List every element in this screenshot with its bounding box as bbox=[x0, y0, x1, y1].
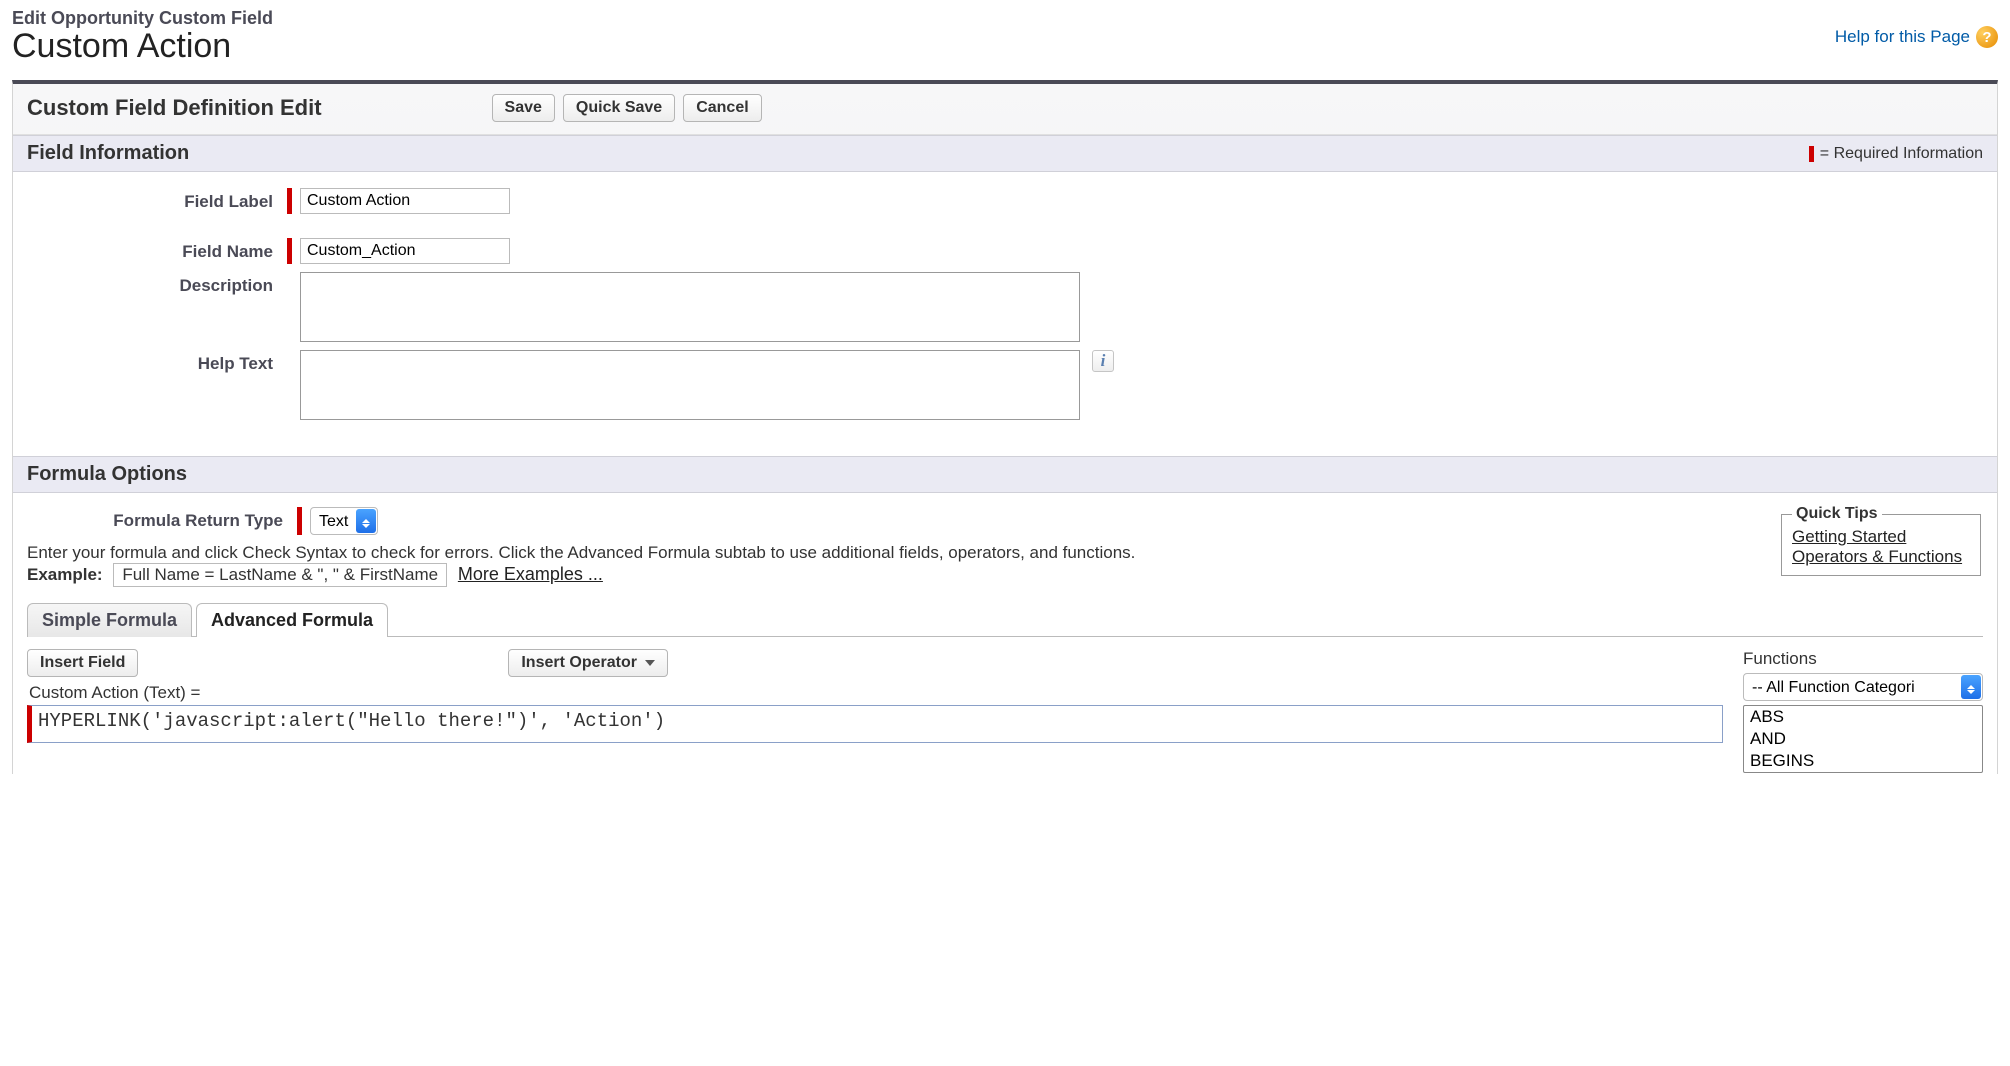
function-list[interactable]: ABS AND BEGINS bbox=[1743, 705, 1983, 773]
quick-save-button[interactable]: Quick Save bbox=[563, 94, 675, 122]
required-bar-icon bbox=[1809, 146, 1814, 162]
quick-tips-legend: Quick Tips bbox=[1792, 505, 1882, 523]
function-option[interactable]: AND bbox=[1744, 728, 1982, 750]
required-info-text: = Required Information bbox=[1820, 145, 1983, 163]
page-title: Custom Action bbox=[12, 27, 273, 66]
tab-advanced-formula[interactable]: Advanced Formula bbox=[196, 603, 388, 637]
formula-editor[interactable]: HYPERLINK('javascript:alert("Hello there… bbox=[27, 705, 1723, 743]
field-name-label: Field Name bbox=[27, 238, 287, 262]
custom-field-panel: Custom Field Definition Edit Save Quick … bbox=[12, 80, 1998, 774]
function-category-select[interactable]: -- All Function Categori bbox=[1743, 673, 1983, 701]
description-label: Description bbox=[27, 272, 287, 296]
help-text-input[interactable] bbox=[300, 350, 1080, 420]
cancel-button[interactable]: Cancel bbox=[683, 94, 761, 122]
insert-operator-button[interactable]: Insert Operator bbox=[508, 649, 668, 677]
example-label: Example: bbox=[27, 565, 103, 584]
functions-label: Functions bbox=[1743, 649, 1983, 669]
formula-intro-text: Enter your formula and click Check Synta… bbox=[27, 543, 1135, 562]
example-value: Full Name = LastName & ", " & FirstName bbox=[113, 563, 447, 587]
formula-editor-label: Custom Action (Text) = bbox=[29, 683, 1723, 703]
panel-title: Custom Field Definition Edit bbox=[27, 95, 322, 121]
description-input[interactable] bbox=[300, 272, 1080, 342]
quick-tip-getting-started-link[interactable]: Getting Started bbox=[1792, 527, 1970, 547]
tab-simple-formula[interactable]: Simple Formula bbox=[27, 603, 192, 637]
required-info-note: = Required Information bbox=[1809, 145, 1983, 163]
help-for-page-link[interactable]: Help for this Page ? bbox=[1835, 26, 1998, 48]
required-bar-icon bbox=[297, 507, 302, 535]
insert-field-button[interactable]: Insert Field bbox=[27, 649, 138, 677]
info-icon[interactable]: i bbox=[1092, 350, 1114, 372]
function-option[interactable]: ABS bbox=[1744, 706, 1982, 728]
field-label-input[interactable] bbox=[300, 188, 510, 214]
save-button[interactable]: Save bbox=[492, 94, 555, 122]
section-formula-title: Formula Options bbox=[27, 463, 187, 486]
quick-tips-box: Quick Tips Getting Started Operators & F… bbox=[1781, 505, 1981, 576]
field-name-input[interactable] bbox=[300, 238, 510, 264]
quick-tip-operators-link[interactable]: Operators & Functions bbox=[1792, 547, 1970, 567]
more-examples-link[interactable]: More Examples ... bbox=[458, 564, 603, 584]
page-supertitle: Edit Opportunity Custom Field bbox=[12, 8, 273, 29]
field-label-label: Field Label bbox=[27, 188, 287, 212]
return-type-label: Formula Return Type bbox=[27, 507, 297, 531]
required-bar-icon bbox=[287, 188, 292, 214]
insert-operator-label: Insert Operator bbox=[521, 654, 637, 672]
return-type-select[interactable]: Text bbox=[310, 507, 378, 535]
help-link-label: Help for this Page bbox=[1835, 27, 1970, 47]
section-field-info-title: Field Information bbox=[27, 142, 189, 165]
required-bar-icon bbox=[287, 238, 292, 264]
help-text-label: Help Text bbox=[27, 350, 287, 374]
function-option[interactable]: BEGINS bbox=[1744, 750, 1982, 772]
help-icon: ? bbox=[1976, 26, 1998, 48]
chevron-down-icon bbox=[645, 660, 655, 666]
